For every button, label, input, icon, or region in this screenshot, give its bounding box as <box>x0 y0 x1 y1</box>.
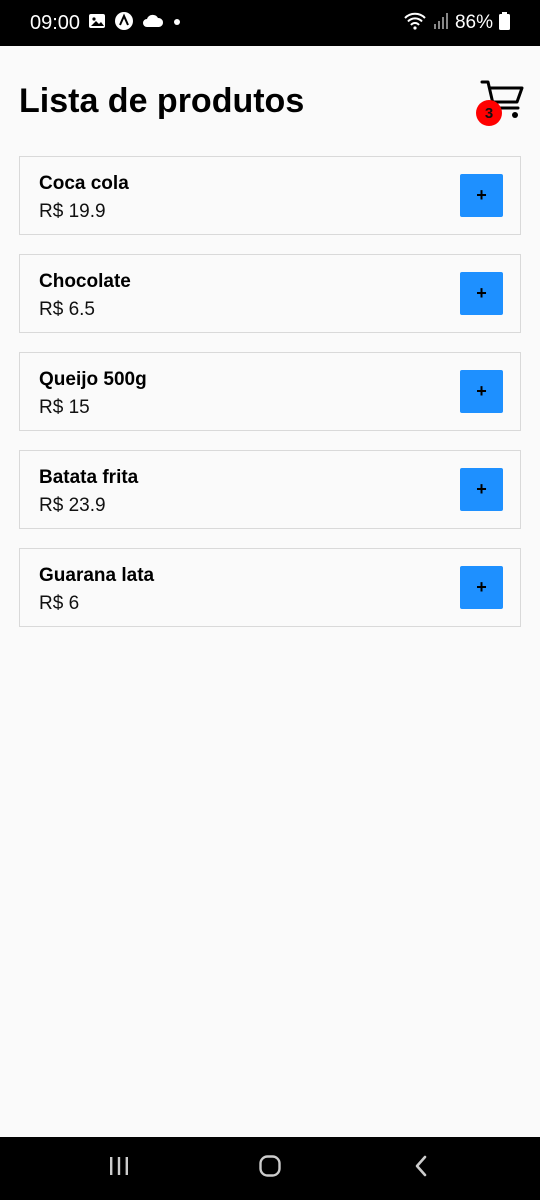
product-name: Queijo 500g <box>39 369 147 390</box>
product-list: Coca cola R$ 19.9 + Chocolate R$ 6.5 + Q… <box>19 156 521 646</box>
recent-apps-button[interactable] <box>89 1137 149 1200</box>
add-to-cart-button[interactable]: + <box>460 370 503 413</box>
product-card: Batata frita R$ 23.9 + <box>19 450 521 529</box>
cart-count-badge: 3 <box>476 100 502 126</box>
product-name: Coca cola <box>39 173 129 194</box>
cloud-icon <box>142 13 164 34</box>
back-button[interactable] <box>391 1137 451 1200</box>
app-a-icon <box>114 11 134 36</box>
product-name: Guarana lata <box>39 565 155 586</box>
add-to-cart-button[interactable]: + <box>460 468 503 511</box>
system-nav-bar <box>0 1137 540 1200</box>
product-card: Guarana lata R$ 6 + <box>19 548 521 627</box>
add-to-cart-button[interactable]: + <box>460 272 503 315</box>
dot-icon <box>172 14 182 32</box>
wifi-icon <box>403 11 427 36</box>
battery-icon <box>499 11 510 35</box>
product-price: R$ 23.9 <box>39 495 106 516</box>
product-card: Queijo 500g R$ 15 + <box>19 352 521 431</box>
home-button[interactable] <box>240 1137 300 1200</box>
image-icon <box>88 12 106 35</box>
back-icon <box>412 1154 430 1183</box>
page-title: Lista de produtos <box>19 82 305 120</box>
product-card: Coca cola R$ 19.9 + <box>19 156 521 235</box>
add-to-cart-button[interactable]: + <box>460 566 503 609</box>
product-price: R$ 6 <box>39 593 80 614</box>
add-to-cart-button[interactable]: + <box>460 174 503 217</box>
recent-apps-icon <box>107 1155 131 1182</box>
status-time: 09:00 <box>30 11 81 34</box>
status-right: 86% <box>403 0 510 46</box>
home-icon <box>258 1154 282 1183</box>
product-price: R$ 19.9 <box>39 201 106 222</box>
signal-icon <box>433 12 449 35</box>
battery-percent: 86% <box>454 12 493 33</box>
product-name: Batata frita <box>39 467 139 488</box>
cart-button[interactable]: 3 <box>476 78 526 126</box>
product-price: R$ 6.5 <box>39 299 95 320</box>
product-card: Chocolate R$ 6.5 + <box>19 254 521 333</box>
product-price: R$ 15 <box>39 397 90 418</box>
header: Lista de produtos 3 <box>0 46 540 156</box>
product-name: Chocolate <box>39 271 131 292</box>
status-bar: 09:00 86% <box>0 0 540 46</box>
status-left: 09:00 <box>30 0 182 46</box>
